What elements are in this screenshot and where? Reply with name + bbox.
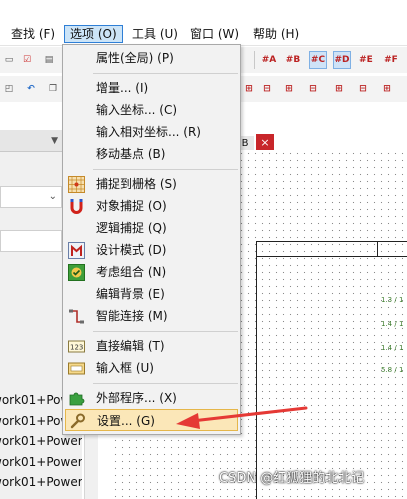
menu-item-label: 设计模式 (D) bbox=[96, 243, 167, 257]
annotation-arrow-icon bbox=[176, 406, 308, 429]
menu-bar: 查找 (F) 选项 (O) 工具 (U) 窗口 (W) 帮助 (H) bbox=[0, 22, 407, 46]
chevron-down-icon[interactable]: ⌄ bbox=[49, 191, 57, 202]
hash-c-icon[interactable]: #C bbox=[309, 51, 327, 69]
input-box-icon bbox=[68, 362, 85, 375]
wrench-icon bbox=[70, 413, 85, 429]
menu-item-label: 输入相对坐标... (R) bbox=[96, 125, 201, 139]
menu-item-consider-group[interactable]: 考虑组合 (N) bbox=[65, 261, 238, 283]
hash-f-icon[interactable]: #F bbox=[382, 51, 400, 69]
pane-menu-arrow-icon[interactable]: ▼ bbox=[51, 136, 58, 146]
menu-window[interactable]: 窗口 (W) bbox=[185, 25, 244, 43]
document-icon[interactable]: ▤ bbox=[40, 51, 58, 69]
list-item[interactable]: work01+Power bbox=[0, 472, 82, 493]
undo-icon[interactable]: ↶ bbox=[22, 80, 40, 98]
menu-item-label: 考虑组合 (N) bbox=[96, 265, 167, 279]
direct-edit-icon: 123 bbox=[68, 340, 85, 353]
component-e-icon[interactable]: ⊞ bbox=[330, 80, 348, 98]
copy-icon[interactable]: ❐ bbox=[44, 80, 62, 98]
menu-item-label: 输入坐标... (C) bbox=[96, 103, 178, 117]
menu-item-label: 属性(全局) (P) bbox=[96, 51, 174, 65]
page-icon[interactable]: ▭ bbox=[0, 51, 18, 69]
menu-item-label: 设置... (G) bbox=[97, 414, 155, 428]
component-g-icon[interactable]: ⊞ bbox=[378, 80, 396, 98]
checklist-icon[interactable]: ☑ bbox=[18, 51, 36, 69]
hash-e-icon[interactable]: #E bbox=[357, 51, 375, 69]
left-pane-filter[interactable] bbox=[0, 230, 62, 252]
menu-item-label: 移动基点 (B) bbox=[96, 147, 166, 161]
menu-item-label: 逻辑捕捉 (Q) bbox=[96, 221, 167, 235]
canvas-mark: 1.4 / 1 bbox=[381, 320, 404, 328]
hash-d-icon[interactable]: #D bbox=[333, 51, 351, 69]
list-item[interactable]: work01+Power bbox=[0, 452, 82, 473]
options-dropdown-menu: 属性(全局) (P) 增量... (I) 输入坐标... (C) 输入相对坐标.… bbox=[62, 44, 241, 435]
sheet-divider bbox=[377, 242, 378, 256]
menu-item-label: 智能连接 (M) bbox=[96, 309, 168, 323]
left-pane-header: ▼ bbox=[0, 130, 62, 152]
component-c-icon[interactable]: ⊞ bbox=[280, 80, 298, 98]
component-f-icon[interactable]: ⊟ bbox=[354, 80, 372, 98]
menu-item-properties-global[interactable]: 属性(全局) (P) bbox=[65, 47, 238, 69]
menu-item-label: 直接编辑 (T) bbox=[96, 339, 165, 353]
svg-text:123: 123 bbox=[70, 344, 83, 352]
menu-item-label: 捕捉到栅格 (S) bbox=[96, 177, 177, 191]
hash-a-icon[interactable]: #A bbox=[260, 51, 278, 69]
toolbar-separator bbox=[254, 51, 255, 69]
design-mode-icon bbox=[68, 242, 85, 259]
component-d-icon[interactable]: ⊟ bbox=[304, 80, 322, 98]
menu-item-input-coordinates[interactable]: 输入坐标... (C) bbox=[65, 99, 238, 121]
menu-help[interactable]: 帮助 (H) bbox=[248, 25, 304, 43]
sheet-header-line bbox=[257, 256, 407, 257]
menu-item-snap-to-grid[interactable]: 捕捉到栅格 (S) bbox=[65, 173, 238, 195]
menu-tools[interactable]: 工具 (U) bbox=[127, 25, 183, 43]
hash-b-icon[interactable]: #B bbox=[284, 51, 302, 69]
menu-separator bbox=[93, 383, 238, 384]
new-page-icon[interactable]: ◰ bbox=[0, 80, 18, 98]
menu-item-smart-connect[interactable]: 智能连接 (M) bbox=[65, 305, 238, 327]
puzzle-icon bbox=[69, 392, 85, 406]
left-pane-combo[interactable]: ⌄ bbox=[0, 186, 62, 208]
menu-item-object-snap[interactable]: 对象捕捉 (O) bbox=[65, 195, 238, 217]
menu-item-label: 编辑背景 (E) bbox=[96, 287, 165, 301]
group-check-icon bbox=[68, 264, 85, 281]
menu-item-label: 对象捕捉 (O) bbox=[96, 199, 167, 213]
menu-separator bbox=[93, 169, 238, 170]
menu-find[interactable]: 查找 (F) bbox=[6, 25, 60, 43]
menu-item-edit-background[interactable]: 编辑背景 (E) bbox=[65, 283, 238, 305]
component-b-icon[interactable]: ⊟ bbox=[258, 80, 276, 98]
menu-separator bbox=[93, 331, 238, 332]
menu-item-label: 输入框 (U) bbox=[96, 361, 154, 375]
menu-options[interactable]: 选项 (O) bbox=[64, 25, 123, 43]
menu-item-input-relative-coordinates[interactable]: 输入相对坐标... (R) bbox=[65, 121, 238, 143]
menu-item-label: 外部程序... (X) bbox=[96, 391, 177, 405]
menu-separator bbox=[93, 73, 238, 74]
watermark: CSDN @红狐狸的北北记 bbox=[219, 471, 365, 486]
menu-item-label: 增量... (I) bbox=[96, 81, 149, 95]
canvas-mark: 5.8 / 1 bbox=[381, 366, 404, 374]
menu-item-input-box[interactable]: 输入框 (U) bbox=[65, 357, 238, 379]
menu-item-logic-snap[interactable]: 逻辑捕捉 (Q) bbox=[65, 217, 238, 239]
canvas-mark: 1.3 / 1 bbox=[381, 296, 404, 304]
magnet-icon bbox=[70, 199, 83, 214]
menu-item-increment[interactable]: 增量... (I) bbox=[65, 77, 238, 99]
smart-connect-icon bbox=[69, 309, 84, 324]
menu-item-move-base-point[interactable]: 移动基点 (B) bbox=[65, 143, 238, 165]
grid-snap-icon bbox=[68, 176, 85, 193]
menu-item-design-mode[interactable]: 设计模式 (D) bbox=[65, 239, 238, 261]
menu-item-direct-edit[interactable]: 123 直接编辑 (T) bbox=[65, 335, 238, 357]
component-a-icon[interactable]: ⊞ bbox=[240, 80, 258, 98]
canvas-mark: 1.4 / 1 bbox=[381, 344, 404, 352]
